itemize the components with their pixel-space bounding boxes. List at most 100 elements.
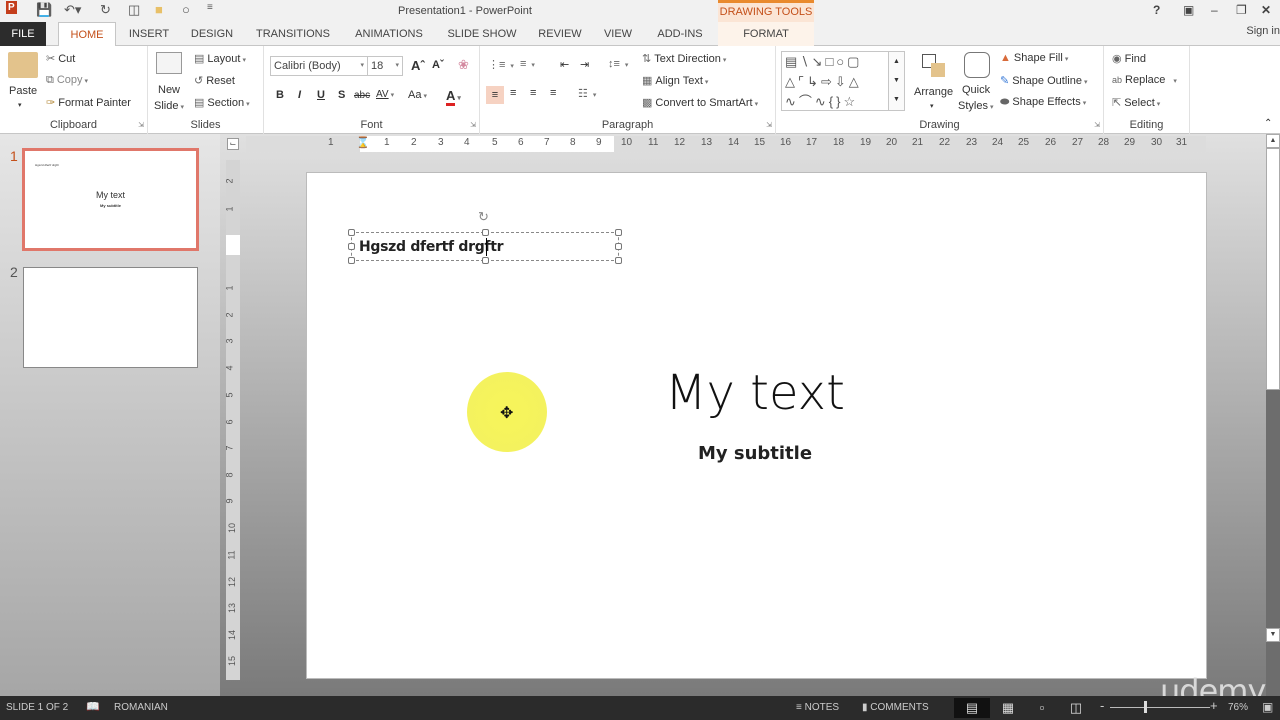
justify-icon[interactable]: ≡ — [550, 87, 556, 99]
shape-outline-button[interactable]: ✎ Shape Outline ▾ — [1000, 74, 1087, 87]
new-slide-icon[interactable] — [156, 52, 182, 74]
spell-check-icon[interactable]: 📖 — [86, 700, 100, 713]
cut-button[interactable]: ✂ Cut — [46, 52, 75, 65]
tab-view[interactable]: VIEW — [598, 22, 638, 46]
tab-file[interactable]: FILE — [0, 22, 46, 46]
resize-handle[interactable] — [482, 257, 489, 264]
arrange-icon[interactable] — [922, 54, 946, 78]
reading-view-icon[interactable]: ▫ — [1024, 698, 1060, 718]
grow-font-icon[interactable]: Aˆ — [411, 58, 425, 73]
line-spacing-button[interactable]: ↕≡ ▾ — [608, 58, 628, 70]
tab-design[interactable]: DESIGN — [184, 22, 240, 46]
numbering-button[interactable]: ≡ ▾ — [520, 58, 535, 70]
zoom-in-icon[interactable]: + — [1210, 698, 1218, 713]
underline-button[interactable]: U — [317, 89, 325, 101]
shape-effects-button[interactable]: ⬬ Shape Effects ▾ — [1000, 96, 1086, 109]
normal-view-icon[interactable]: ▤ — [954, 698, 990, 718]
bullets-button[interactable]: ⋮≡ ▾ — [488, 58, 514, 71]
tab-slide-show[interactable]: SLIDE SHOW — [442, 22, 522, 46]
drawing-launcher-icon[interactable]: ⇲ — [1094, 121, 1100, 129]
change-case-button[interactable]: Aa ▾ — [408, 89, 427, 101]
open-folder-icon[interactable]: ■ — [155, 2, 163, 17]
text-shadow-button[interactable]: S — [338, 89, 345, 101]
convert-smartart-button[interactable]: ▩ Convert to SmartArt ▾ — [642, 96, 758, 109]
strikethrough-button[interactable]: abc — [354, 90, 370, 101]
comments-button[interactable]: ▮ COMMENTS — [862, 702, 929, 713]
font-size-select[interactable]: 18 ▾ — [367, 56, 403, 76]
vertical-scrollbar[interactable]: ▲ ▼ — [1266, 134, 1280, 696]
tab-insert[interactable]: INSERT — [122, 22, 176, 46]
slide-subtitle[interactable]: My subtitle — [560, 443, 950, 464]
resize-handle[interactable] — [348, 257, 355, 264]
fit-to-window-icon[interactable]: ▣ — [1262, 700, 1273, 714]
tab-selector[interactable]: ⌙ — [227, 138, 239, 150]
scroll-thumb[interactable] — [1266, 148, 1280, 390]
ribbon-display-icon[interactable]: ▣ — [1183, 3, 1194, 17]
shapes-gallery[interactable]: ▤∖↘□○▢ △⌜↳⇨⇩△ ∿⌒∿{}☆ — [781, 51, 905, 111]
layout-button[interactable]: ▤ Layout ▾ — [194, 52, 246, 65]
zoom-out-icon[interactable]: - — [1100, 698, 1104, 713]
indent-marker-icon[interactable]: ⌛ — [356, 136, 370, 149]
copy-button[interactable]: ⧉ Copy ▾ — [46, 74, 88, 87]
tab-home[interactable]: HOME — [58, 22, 116, 47]
text-direction-button[interactable]: ⇅ Text Direction ▾ — [642, 52, 726, 65]
section-button[interactable]: ▤ Section ▾ — [194, 96, 250, 109]
textbox-text[interactable]: Hgszd dfertf drgftr — [359, 239, 504, 255]
paste-dropdown-icon[interactable]: ▾ — [18, 101, 22, 109]
select-button[interactable]: ⇱ Select ▾ — [1112, 96, 1160, 109]
font-color-button[interactable]: A ▾ — [446, 88, 461, 106]
columns-button[interactable]: ☷ ▾ — [578, 87, 596, 100]
new-slide-button[interactable]: New — [158, 84, 180, 96]
new-slide-dropdown[interactable]: Slide ▾ — [154, 100, 184, 112]
tab-animations[interactable]: ANIMATIONS — [346, 22, 432, 46]
slideshow-view-icon[interactable]: ◫ — [1058, 698, 1094, 718]
language-indicator[interactable]: ROMANIAN — [114, 702, 168, 713]
bold-button[interactable]: B — [276, 89, 284, 101]
close-icon[interactable]: ✕ — [1261, 3, 1271, 17]
rotate-handle-icon[interactable]: ↻ — [478, 209, 489, 225]
zoom-level[interactable]: 76% — [1228, 702, 1248, 713]
collapse-ribbon-icon[interactable]: ⌃ — [1264, 118, 1272, 129]
character-spacing-button[interactable]: AV ▾ — [376, 89, 394, 100]
resize-handle[interactable] — [482, 229, 489, 236]
customize-toolbar-icon[interactable]: ≡ — [207, 2, 213, 13]
start-slideshow-icon[interactable]: ◫ — [128, 2, 140, 18]
paste-icon[interactable] — [8, 52, 38, 78]
font-launcher-icon[interactable]: ⇲ — [470, 121, 476, 129]
tab-add-ins[interactable]: ADD-INS — [648, 22, 712, 46]
selected-textbox[interactable]: Hgszd dfertf drgftr — [348, 229, 622, 264]
shape-fill-button[interactable]: ▲ Shape Fill ▾ — [1000, 52, 1068, 64]
resize-handle[interactable] — [348, 243, 355, 250]
tab-review[interactable]: REVIEW — [532, 22, 588, 46]
restore-icon[interactable]: ❐ — [1236, 3, 1247, 17]
arrange-dropdown-icon[interactable]: ▾ — [930, 102, 934, 110]
slide-thumbnail-1[interactable]: Hgszd dfertf drgftr My text My subtitle — [22, 148, 199, 251]
slide-thumbnail-2[interactable] — [23, 267, 198, 368]
clipboard-launcher-icon[interactable]: ⇲ — [138, 121, 144, 129]
font-name-select[interactable]: Calibri (Body) ▾ — [270, 56, 368, 76]
help-icon[interactable]: ? — [1153, 3, 1160, 17]
find-button[interactable]: ◉ Find — [1112, 52, 1146, 65]
resize-handle[interactable] — [615, 229, 622, 236]
resize-handle[interactable] — [348, 229, 355, 236]
italic-button[interactable]: I — [298, 89, 301, 101]
format-painter-button[interactable]: ✑ Format Painter — [46, 96, 131, 109]
reset-button[interactable]: ↺ Reset — [194, 74, 235, 87]
align-left-icon[interactable]: ≡ — [486, 86, 504, 104]
sign-in-link[interactable]: Sign in — [1246, 25, 1280, 37]
resize-handle[interactable] — [615, 257, 622, 264]
resize-handle[interactable] — [615, 243, 622, 250]
tab-transitions[interactable]: TRANSITIONS — [250, 22, 336, 46]
align-text-button[interactable]: ▦ Align Text ▾ — [642, 74, 708, 87]
quick-styles-icon[interactable] — [964, 52, 990, 78]
shapes-gallery-scroll[interactable]: ▲ ▼ ▼ — [888, 52, 904, 110]
arrange-button[interactable]: Arrange — [914, 86, 953, 98]
replace-button[interactable]: ab Replace ▾ — [1112, 74, 1177, 86]
paragraph-launcher-icon[interactable]: ⇲ — [766, 121, 772, 129]
undo-icon[interactable]: ↶▾ — [64, 2, 81, 18]
paste-button[interactable]: Paste — [9, 85, 37, 97]
save-icon[interactable]: 💾 — [36, 2, 52, 18]
zoom-slider[interactable] — [1110, 707, 1210, 708]
scroll-down-icon[interactable]: ▼ — [1266, 628, 1280, 642]
redo-icon[interactable]: ↻ — [100, 2, 111, 18]
